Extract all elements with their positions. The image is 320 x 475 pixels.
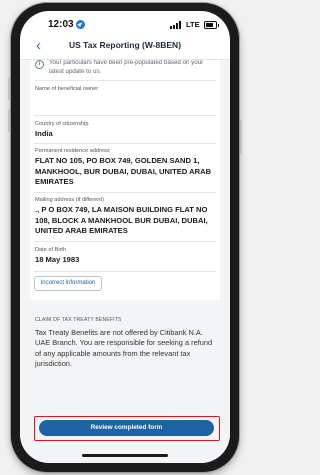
permanent-address-value: FLAT NO 105, PO BOX 749, GOLDEN SAND 1, … — [35, 156, 212, 186]
incorrect-information-button[interactable]: Incorrect information — [34, 276, 102, 291]
divider — [34, 271, 216, 272]
mailing-address-value: ., P O BOX 749, LA MAISON BUILDING FLAT … — [35, 205, 208, 235]
info-banner-text: Your particulars have been pre-populated… — [49, 60, 204, 75]
date-of-birth-value: 18 May 1983 — [35, 255, 80, 264]
status-bar: 12:03 LTE — [20, 11, 230, 33]
phone-screen: 12:03 LTE ‹ US Tax Reporting (W-8BEN) i … — [20, 11, 230, 463]
mailing-address-label: Mailing address (if different) — [35, 197, 104, 203]
divider — [34, 192, 216, 193]
review-button-highlight: Review completed form — [34, 416, 220, 441]
app-header: ‹ US Tax Reporting (W-8BEN) — [20, 35, 230, 60]
status-time: 12:03 — [48, 19, 74, 30]
phone-power-button — [239, 120, 242, 154]
permanent-address-label: Permanent residence address — [35, 148, 110, 154]
beneficial-owner-label: Name of beneficial owner — [35, 86, 99, 92]
date-of-birth-label: Date of Birth — [35, 247, 67, 253]
page-title: US Tax Reporting (W-8BEN) — [68, 40, 182, 50]
form-content[interactable]: i Your particulars have been pre-populat… — [20, 60, 230, 463]
claim-section-text: Tax Treaty Benefits are not offered by C… — [35, 328, 213, 369]
info-icon: i — [35, 60, 44, 69]
phone-frame: 12:03 LTE ‹ US Tax Reporting (W-8BEN) i … — [11, 3, 239, 472]
country-of-citizenship-label: Country of citizenship — [35, 121, 89, 127]
network-type: LTE — [186, 20, 200, 29]
signal-strength-icon — [170, 21, 184, 29]
divider — [34, 80, 216, 81]
divider — [34, 143, 216, 144]
details-card: i Your particulars have been pre-populat… — [30, 60, 220, 300]
divider — [34, 115, 216, 116]
country-of-citizenship-value: India — [35, 129, 53, 138]
home-indicator — [82, 454, 168, 457]
battery-icon — [204, 21, 219, 29]
review-completed-form-button[interactable]: Review completed form — [39, 420, 214, 436]
divider — [34, 241, 216, 242]
claim-section-title: CLAIM OF TAX TREATY BENEFITS — [35, 317, 122, 323]
location-arrow-icon — [76, 20, 85, 29]
